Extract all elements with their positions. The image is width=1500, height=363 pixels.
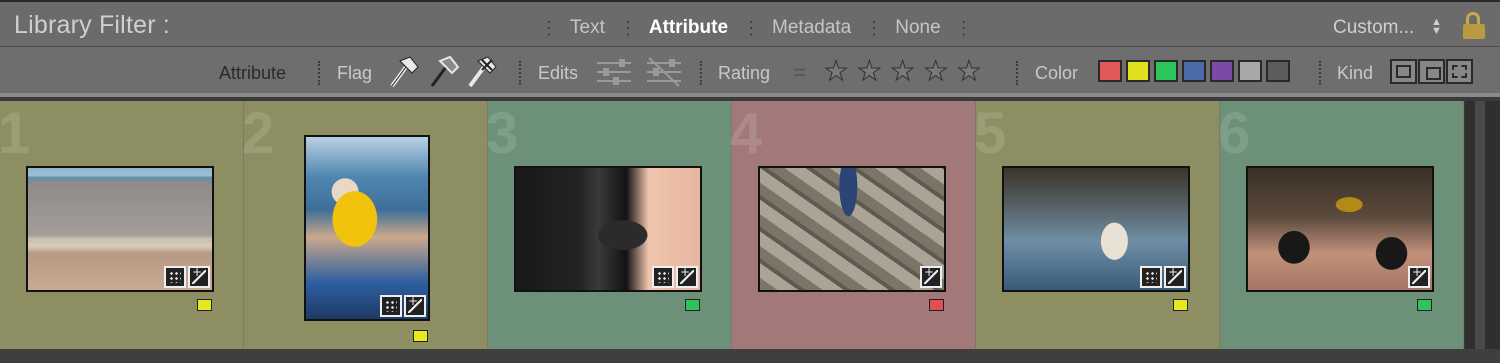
color-label-swatch <box>1173 299 1188 311</box>
thumbnail-badges <box>164 265 210 288</box>
rejected-icon[interactable] <box>466 55 498 89</box>
grid-cell[interactable]: 5 <box>974 101 1220 349</box>
photo-thumbnail[interactable] <box>26 166 214 292</box>
star-icon[interactable]: ★ <box>890 57 915 86</box>
rating-label: Rating <box>718 63 771 83</box>
develop-adjustments-icon[interactable] <box>1164 265 1186 288</box>
separator: ⋮ <box>954 17 973 39</box>
thumbnail-badges <box>380 294 426 317</box>
rating-stars: ★ ★ ★ ★ ★ <box>823 57 981 86</box>
grid-cell[interactable]: 6 <box>1218 101 1464 349</box>
color-swatch[interactable] <box>1266 60 1290 82</box>
photo-thumbnail[interactable] <box>1246 166 1434 292</box>
tab-text[interactable]: Text <box>566 17 609 39</box>
cell-index: 6 <box>1218 101 1251 166</box>
kind-buttons <box>1390 59 1473 84</box>
develop-adjustments-icon[interactable] <box>404 294 426 317</box>
develop-adjustments-icon[interactable] <box>1408 265 1430 288</box>
separator <box>318 61 320 85</box>
photo-thumbnail[interactable] <box>1002 166 1190 292</box>
separator: ⋮ <box>865 17 883 39</box>
star-icon[interactable]: ★ <box>857 57 882 86</box>
separator: ⋮ <box>618 17 637 39</box>
filter-preset-select[interactable]: Custom... <box>1333 17 1414 39</box>
flagged-icon[interactable] <box>388 55 420 89</box>
edits-label: Edits <box>538 63 579 83</box>
develop-adjustments-icon[interactable] <box>676 265 698 288</box>
star-icon[interactable]: ★ <box>923 57 948 86</box>
videos-icon[interactable] <box>1446 59 1473 84</box>
tab-metadata[interactable]: Metadata <box>768 17 855 39</box>
color-label-swatch <box>197 299 212 311</box>
photo-thumbnail[interactable] <box>514 166 702 292</box>
master-photos-icon[interactable] <box>1390 59 1417 84</box>
thumbnail-badges <box>920 265 942 288</box>
attribute-label: Attribute <box>219 63 287 83</box>
cell-index: 3 <box>486 101 519 166</box>
photo-thumbnail[interactable] <box>304 135 430 321</box>
metadata-badge-icon[interactable] <box>652 266 674 288</box>
filter-mode-tabs: ⋮ Text ⋮ Attribute ⋮ Metadata ⋮ None ⋮ <box>530 15 981 41</box>
photo-thumbnail[interactable] <box>758 166 946 292</box>
virtual-copies-icon[interactable] <box>1418 59 1445 84</box>
color-swatch[interactable] <box>1210 60 1234 82</box>
grid-scrollbar[interactable] <box>1465 101 1500 349</box>
metadata-badge-icon[interactable] <box>1140 266 1162 288</box>
chevron-updown-icon[interactable]: ▲ ▼ <box>1431 17 1442 37</box>
unflagged-icon[interactable] <box>428 55 460 89</box>
color-label-swatch <box>413 330 428 342</box>
color-label-swatch <box>1417 299 1432 311</box>
separator: ⋮ <box>540 17 558 39</box>
color-label-swatch <box>685 299 700 311</box>
grid-cell[interactable]: 2 <box>242 101 488 349</box>
star-icon[interactable]: ★ <box>956 57 981 86</box>
metadata-badge-icon[interactable] <box>164 266 186 288</box>
metadata-badge-icon[interactable] <box>380 295 402 317</box>
color-label-swatch <box>929 299 944 311</box>
grid-cell[interactable]: 1 <box>0 101 244 349</box>
unedited-icon[interactable] <box>645 56 683 88</box>
separator <box>1016 61 1018 85</box>
lock-body <box>1463 24 1485 39</box>
flag-label: Flag <box>337 63 373 83</box>
library-filter-bar: Library Filter : ⋮ Text ⋮ Attribute ⋮ Me… <box>0 0 1500 47</box>
color-swatch[interactable] <box>1154 60 1178 82</box>
color-swatch[interactable] <box>1126 60 1150 82</box>
kind-label: Kind <box>1337 63 1374 83</box>
kind-glyph <box>1396 65 1411 78</box>
color-swatch[interactable] <box>1238 60 1262 82</box>
tab-attribute[interactable]: Attribute <box>645 17 732 39</box>
separator <box>519 61 521 85</box>
thumbnail-badges <box>652 265 698 288</box>
edited-icon[interactable] <box>595 56 633 88</box>
attribute-filter-bar: Attribute Flag Edits Rating = ★ ★ ★ ★ ★ … <box>0 47 1500 97</box>
separator <box>700 61 702 85</box>
separator <box>1319 61 1321 85</box>
cell-index: 5 <box>974 101 1007 166</box>
thumbnail-badges <box>1408 265 1430 288</box>
color-swatch[interactable] <box>1182 60 1206 82</box>
kind-glyph <box>1426 67 1441 80</box>
kind-glyph <box>1452 65 1467 78</box>
grid-cell[interactable]: 3 <box>486 101 732 349</box>
star-icon[interactable]: ★ <box>823 57 848 86</box>
develop-adjustments-icon[interactable] <box>188 265 210 288</box>
lock-icon[interactable] <box>1463 12 1485 40</box>
cell-index: 1 <box>0 101 31 166</box>
develop-adjustments-icon[interactable] <box>920 265 942 288</box>
thumbnail-badges <box>1140 265 1186 288</box>
color-label: Color <box>1035 63 1079 83</box>
separator: ⋮ <box>742 17 760 39</box>
cell-index: 4 <box>730 101 763 166</box>
grid-cell[interactable]: 4 <box>730 101 976 349</box>
rating-operator[interactable]: = <box>793 60 806 86</box>
tab-none[interactable]: None <box>891 17 944 39</box>
library-filter-title: Library Filter : <box>14 11 171 39</box>
thumbnail-grid: 1 2 3 4 5 6 <box>0 101 1465 349</box>
bottom-panel-edge <box>0 349 1500 363</box>
color-swatches <box>1098 60 1290 82</box>
color-swatch[interactable] <box>1098 60 1122 82</box>
scrollbar-track <box>1475 101 1485 349</box>
cell-index: 2 <box>242 101 275 166</box>
